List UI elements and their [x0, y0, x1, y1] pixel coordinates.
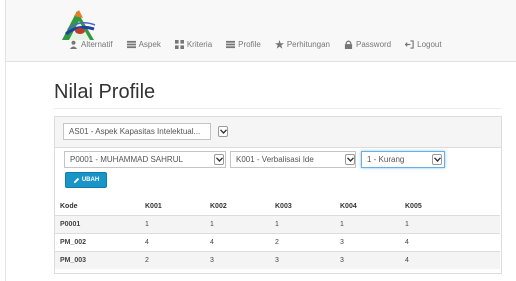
table-cell: PM_002 [55, 233, 140, 252]
table-cell: 4 [205, 233, 270, 252]
table-cell: 2 [270, 233, 335, 252]
column-header: K004 [340, 203, 357, 210]
list-icon [126, 40, 136, 49]
kriteria-dropdown-button[interactable] [345, 154, 355, 165]
chevron-down-icon [346, 157, 354, 162]
aspek-select-value: AS01 - Aspek Kapasitas Intelektual... [69, 127, 201, 136]
column-header: K003 [275, 203, 292, 210]
nilai-table: Kode K001 K002 K003 K004 K005 P0001 1 1 … [55, 198, 500, 269]
column-header: K005 [405, 203, 422, 210]
logout-icon [405, 40, 414, 49]
table-cell: 1 [270, 215, 335, 234]
top-navbar: Alternatif Aspek Kriteria Profile Perhit… [6, 0, 516, 62]
star-icon [274, 40, 284, 49]
menu-item-password[interactable]: Password [344, 40, 391, 49]
kriteria-select[interactable]: K001 - Verbalisasi Ide [230, 151, 356, 168]
user-icon [69, 40, 78, 49]
menu-item-kriteria[interactable]: Kriteria [174, 40, 213, 49]
menu-item-label: Perhitungan [286, 40, 330, 49]
table-row: PM_002 4 4 2 3 4 [55, 233, 500, 252]
table-cell: 3 [335, 233, 400, 252]
nilai-select-value: 1 - Kurang [367, 155, 405, 164]
alternatif-select[interactable]: P0001 - MUHAMMAD SAHRUL [64, 151, 226, 168]
table-header-row: Kode K001 K002 K003 K004 K005 [55, 198, 500, 216]
column-header: K002 [210, 203, 227, 210]
table-cell: PM_003 [55, 251, 140, 269]
menu-item-perhitungan[interactable]: Perhitungan [274, 40, 330, 49]
table-row: PM_003 2 3 3 3 4 [55, 251, 500, 269]
table-row: P0001 1 1 1 1 1 [55, 215, 500, 234]
table-cell: 4 [400, 233, 500, 252]
menu-item-logout[interactable]: Logout [405, 40, 442, 49]
menu-item-alternatif[interactable]: Alternatif [69, 40, 113, 49]
kriteria-select-value: K001 - Verbalisasi Ide [236, 155, 314, 164]
table-cell: 1 [205, 215, 270, 234]
table-cell: 1 [140, 215, 205, 234]
ubah-button-label: UBAH [81, 177, 100, 183]
menu-item-label: Password [356, 40, 392, 49]
menu-item-label: Kriteria [186, 40, 213, 49]
table-cell: 1 [335, 215, 400, 234]
column-header: Kode [60, 203, 78, 210]
table-cell: 3 [205, 251, 270, 269]
table-cell: 4 [140, 233, 205, 252]
menu-item-label: Aspek [138, 40, 161, 49]
table-cell: 4 [400, 251, 500, 269]
title-divider [54, 108, 502, 109]
table-cell: 1 [400, 215, 500, 234]
logo-icon [62, 10, 96, 40]
chevron-down-icon [433, 157, 441, 162]
table-cell: P0001 [55, 215, 140, 234]
table-cell: 2 [140, 251, 205, 269]
main-menu: Alternatif Aspek Kriteria Profile Perhit… [69, 40, 456, 49]
list-icon [226, 40, 236, 49]
table-cell: 3 [270, 251, 335, 269]
edit-icon [73, 177, 79, 183]
menu-item-label: Profile [238, 40, 261, 49]
chevron-down-icon [215, 157, 223, 162]
alternatif-select-value: P0001 - MUHAMMAD SAHRUL [70, 155, 183, 164]
chevron-down-icon [219, 129, 227, 134]
page-title: Nilai Profile [54, 81, 156, 103]
column-header: K001 [145, 203, 162, 210]
alternatif-dropdown-button[interactable] [214, 154, 224, 165]
grid-icon [174, 40, 184, 49]
menu-item-profile[interactable]: Profile [226, 40, 261, 49]
ubah-button[interactable]: UBAH [65, 172, 107, 188]
aspek-select[interactable]: AS01 - Aspek Kapasitas Intelektual... [63, 123, 211, 140]
menu-item-label: Alternatif [81, 40, 113, 49]
lock-icon [344, 40, 353, 49]
menu-item-aspek[interactable]: Aspek [126, 40, 161, 49]
aspek-dropdown-button[interactable] [218, 126, 228, 137]
table-cell: 3 [335, 251, 400, 269]
nilai-dropdown-button[interactable] [432, 154, 442, 165]
menu-item-label: Logout [417, 40, 442, 49]
